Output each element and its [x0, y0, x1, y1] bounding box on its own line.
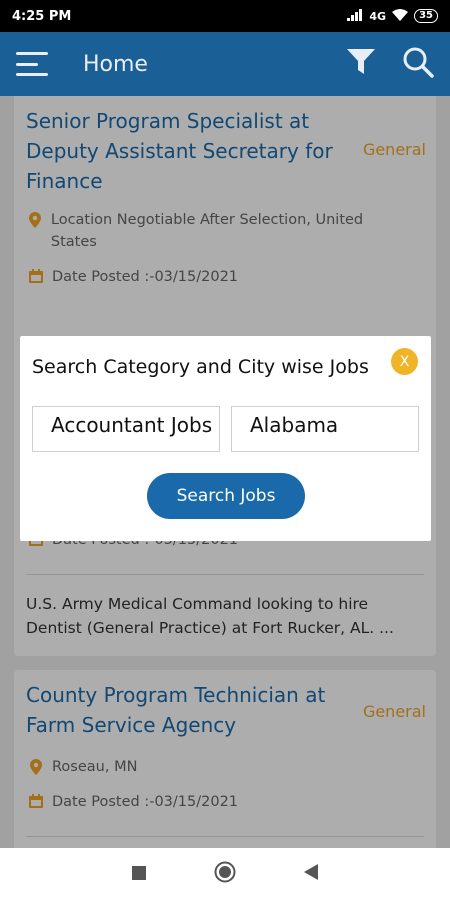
app-bar: Home: [0, 32, 450, 96]
search-icon[interactable]: [402, 46, 434, 82]
home-icon[interactable]: [214, 861, 236, 887]
battery-indicator: 35: [414, 9, 438, 23]
city-select[interactable]: Alabama: [231, 406, 419, 452]
category-select[interactable]: Accountant Jobs: [32, 406, 220, 452]
status-bar: 4:25 PM 4G 35: [0, 0, 450, 32]
app-bar-actions: [346, 46, 434, 82]
filter-icon[interactable]: [346, 48, 376, 80]
status-icons: 4G 35: [347, 8, 438, 24]
page-title: Home: [83, 51, 148, 77]
network-type: 4G: [369, 9, 387, 23]
hamburger-menu-icon[interactable]: [16, 52, 48, 76]
dialog-title: Search Category and City wise Jobs: [32, 356, 369, 378]
system-nav-bar: [0, 848, 450, 900]
search-dialog: Search Category and City wise Jobs X Acc…: [20, 336, 431, 541]
status-time: 4:25 PM: [12, 8, 72, 24]
close-button[interactable]: X: [391, 348, 418, 375]
signal-icon: [347, 8, 363, 24]
back-icon[interactable]: [304, 864, 318, 884]
search-jobs-button[interactable]: Search Jobs: [147, 473, 305, 519]
recent-apps-icon[interactable]: [132, 865, 146, 884]
wifi-icon: [392, 8, 409, 24]
